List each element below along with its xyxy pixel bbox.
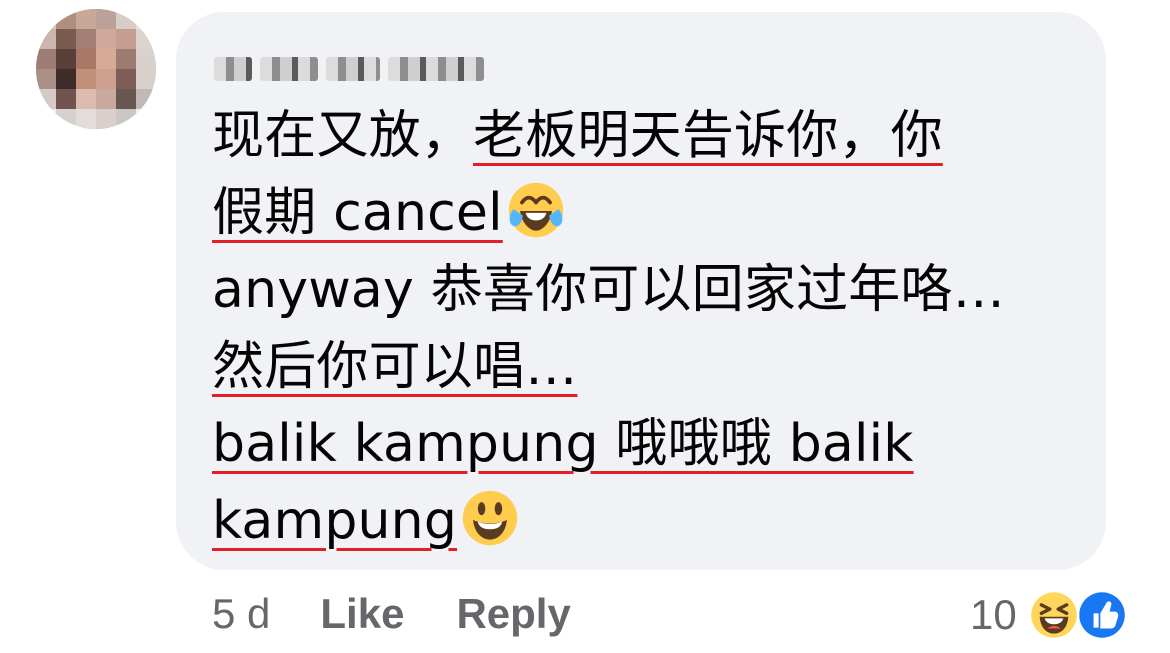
comment-line-1: 现在又放，老板明天告诉你，你 xyxy=(212,98,1082,175)
comment-text: 现在又放，老板明天告诉你，你 假期 cancel anyway 恭喜你可以回家过… xyxy=(212,98,1082,560)
comment-text-part: 现在又放， xyxy=(212,106,474,166)
reaction-count: 10 xyxy=(970,591,1017,638)
blurred-author-name[interactable] xyxy=(214,56,486,82)
grinning-face-emoji-icon xyxy=(460,488,520,548)
comment-line-2: 假期 cancel xyxy=(212,175,1082,252)
like-reaction-icon xyxy=(1075,588,1129,642)
underlined-comment-text: 假期 cancel xyxy=(212,183,503,243)
comment-text-part: anyway 恭喜你可以回家过年咯… xyxy=(212,260,1005,320)
comment-line-3: anyway 恭喜你可以回家过年咯… xyxy=(212,252,1082,329)
underlined-comment-text: 老板明天告诉你，你 xyxy=(473,106,943,166)
underlined-comment-text: kampung xyxy=(212,491,458,551)
underlined-comment-text: 然后你可以唱… xyxy=(212,337,578,397)
tears-of-joy-emoji-icon xyxy=(506,180,566,240)
comment-line-4: 然后你可以唱… xyxy=(212,329,1082,406)
like-button[interactable]: Like xyxy=(320,590,404,638)
laughing-reaction-icon xyxy=(1027,588,1081,642)
comment-bubble: 现在又放，老板明天告诉你，你 假期 cancel anyway 恭喜你可以回家过… xyxy=(176,12,1106,570)
timestamp[interactable]: 5 d xyxy=(212,590,270,638)
comment-card: 现在又放，老板明天告诉你，你 假期 cancel anyway 恭喜你可以回家过… xyxy=(0,0,1170,653)
comment-line-6: kampung xyxy=(212,483,1082,560)
underlined-comment-text: balik kampung 哦哦哦 balik xyxy=(212,414,914,474)
reaction-summary[interactable]: 10 xyxy=(970,588,1129,642)
comment-actions: 5 d Like Reply xyxy=(212,590,623,638)
avatar[interactable] xyxy=(36,9,156,129)
comment-line-5: balik kampung 哦哦哦 balik xyxy=(212,406,1082,483)
reply-button[interactable]: Reply xyxy=(456,590,570,638)
